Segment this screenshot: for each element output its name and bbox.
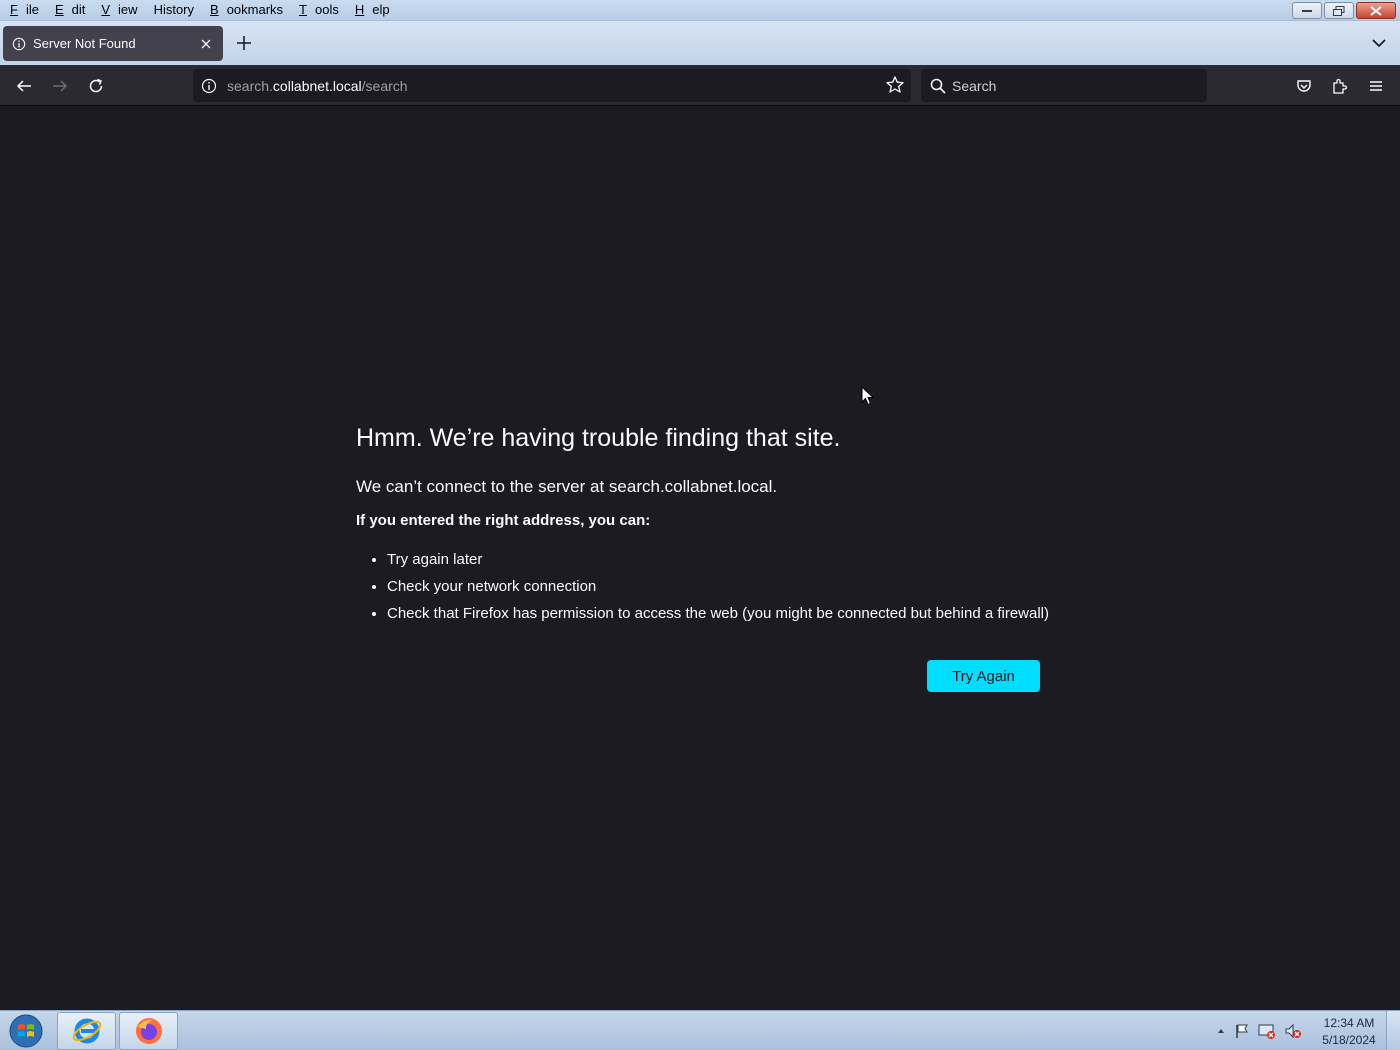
mouse-cursor-icon (861, 386, 875, 406)
tab-close-button[interactable] (198, 36, 214, 52)
start-button[interactable] (4, 1013, 48, 1049)
bookmark-star-icon[interactable] (885, 75, 905, 95)
internet-explorer-icon (72, 1018, 101, 1044)
advice-heading: If you entered the right address, you ca… (356, 512, 651, 529)
suggestion-list: Try again later Check your network conne… (387, 546, 1056, 627)
navigation-toolbar: search.collabnet.local/search Search (0, 65, 1400, 106)
minimize-button[interactable] (1292, 2, 1322, 19)
page-content: Hmm. We’re having trouble finding that s… (0, 106, 1400, 1010)
app-menu-button[interactable] (1364, 74, 1388, 98)
forward-button[interactable] (48, 74, 72, 98)
menu-bookmarks[interactable]: Bookmarks (202, 2, 291, 18)
menu-file[interactable]: File (2, 2, 47, 18)
search-icon (930, 78, 946, 94)
list-all-tabs-chevron-down-icon[interactable] (1370, 34, 1388, 52)
back-arrow-icon (16, 80, 31, 92)
restore-icon (1333, 5, 1345, 16)
plus-icon (237, 36, 251, 50)
list-item: Check your network connection (387, 573, 1056, 600)
list-item: Check that Firefox has permission to acc… (387, 600, 1056, 627)
taskbar: 12:34 AM 5/18/2024 (0, 1010, 1400, 1050)
search-placeholder: Search (952, 78, 997, 94)
menu-tools[interactable]: Tools (291, 2, 347, 18)
hamburger-menu-icon (1370, 81, 1382, 91)
site-info-icon[interactable] (201, 78, 217, 94)
window-title-bar: File Edit View History Bookmarks Tools H… (0, 0, 1400, 21)
network-disconnected-icon[interactable] (1258, 1023, 1276, 1039)
window-controls (1292, 2, 1396, 19)
back-button[interactable] (12, 74, 36, 98)
tab-strip: Server Not Found (0, 21, 1400, 65)
search-bar[interactable]: Search (921, 69, 1207, 102)
list-item: Try again later (387, 546, 1056, 573)
menu-history[interactable]: History (146, 2, 202, 18)
menu-help[interactable]: Help (347, 2, 398, 18)
system-tray (1216, 1023, 1302, 1039)
puzzle-icon (1333, 78, 1348, 94)
menu-edit[interactable]: Edit (47, 2, 93, 18)
url-bar[interactable]: search.collabnet.local/search (193, 69, 911, 102)
try-again-button[interactable]: Try Again (927, 660, 1040, 692)
menu-view[interactable]: View (93, 2, 145, 18)
new-tab-button[interactable] (234, 33, 254, 53)
action-center-flag-icon[interactable] (1234, 1023, 1250, 1039)
minimize-icon (1302, 9, 1312, 12)
info-icon (12, 37, 26, 50)
tab-title: Server Not Found (33, 36, 136, 51)
restore-button[interactable] (1324, 2, 1354, 19)
clock-time: 12:34 AM (1323, 1016, 1375, 1030)
tab-server-not-found[interactable]: Server Not Found (3, 26, 223, 61)
extensions-button[interactable] (1328, 74, 1352, 98)
windows-start-orb-icon (9, 1014, 43, 1048)
reload-button[interactable] (84, 74, 108, 98)
clock-date: 5/18/2024 (1322, 1033, 1376, 1047)
forward-arrow-icon (53, 80, 68, 92)
url-text[interactable]: search.collabnet.local/search (227, 78, 408, 94)
error-description: We can’t connect to the server at search… (356, 477, 778, 496)
reload-icon (89, 78, 103, 93)
show-hidden-icons-chevron-up-icon[interactable] (1216, 1026, 1226, 1036)
close-window-button[interactable] (1356, 2, 1396, 19)
error-container: Hmm. We’re having trouble finding that s… (356, 419, 1056, 627)
volume-muted-icon[interactable] (1284, 1023, 1302, 1039)
close-icon (201, 39, 211, 48)
taskbar-firefox[interactable] (119, 1012, 178, 1050)
error-title: Hmm. We’re having trouble finding that s… (356, 424, 841, 452)
taskbar-internet-explorer[interactable] (57, 1012, 116, 1050)
show-desktop-button[interactable] (1386, 1011, 1400, 1050)
close-icon (1370, 5, 1382, 16)
firefox-icon (135, 1018, 162, 1044)
menu-bar: File Edit View History Bookmarks Tools H… (2, 2, 398, 18)
pocket-button[interactable] (1292, 74, 1316, 98)
pocket-icon (1297, 80, 1311, 92)
taskbar-clock[interactable]: 12:34 AM 5/18/2024 (1318, 1015, 1380, 1049)
